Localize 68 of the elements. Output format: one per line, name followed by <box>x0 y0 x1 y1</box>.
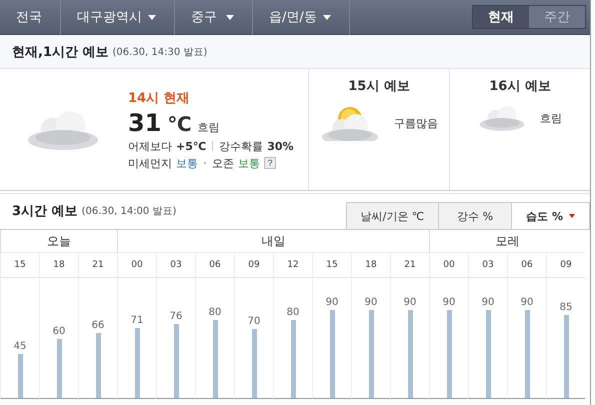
data-label: 90 <box>520 296 534 308</box>
temperature-unit: ℃ <box>167 112 192 136</box>
compare-label: 어제보다 <box>128 138 172 154</box>
hour-label: 06 <box>507 253 546 278</box>
data-label: 80 <box>208 306 222 318</box>
data-label: 90 <box>442 296 456 308</box>
dust-value: 보통 <box>176 156 198 170</box>
hour-label: 00 <box>117 253 156 278</box>
sun-cloud-icon <box>320 105 380 141</box>
data-label: 70 <box>248 316 260 328</box>
hour-label: 15 <box>312 253 351 278</box>
hour-label: 18 <box>351 253 390 278</box>
forecast-title: 16시 예보 <box>489 78 551 95</box>
hour-label: 21 <box>390 253 429 278</box>
cloud-icon <box>478 105 526 131</box>
ozone-label: 오존 <box>212 156 234 170</box>
rain-label: 강수확률 <box>219 138 264 154</box>
compare-value: +5℃ <box>176 140 206 152</box>
forecast-condition: 구름많음 <box>394 116 438 130</box>
data-label: 90 <box>404 296 416 308</box>
humidity-bar <box>252 329 256 398</box>
data-label: 85 <box>560 302 572 313</box>
day-header: 내일 <box>117 230 429 253</box>
humidity-bar <box>56 339 62 398</box>
day-header: 오늘 <box>0 230 117 253</box>
data-label: 60 <box>52 326 66 338</box>
day-header: 모레 <box>429 230 585 253</box>
hour-label: 15 <box>0 253 39 278</box>
rain-value: 30% <box>267 140 294 152</box>
hour-label: 03 <box>468 253 507 278</box>
help-button[interactable]: ? <box>264 157 276 169</box>
forecast-tab[interactable]: 강수 % <box>438 202 512 229</box>
section-title: 3시간 예보 <box>12 203 78 220</box>
data-label: 76 <box>170 310 182 322</box>
view-tab[interactable]: 현재 <box>473 6 529 28</box>
forecast-title: 15시 예보 <box>348 78 410 95</box>
forecast-tab[interactable]: 날씨/기온 ℃ <box>346 202 440 229</box>
humidity-bar <box>18 354 22 398</box>
data-label: 71 <box>130 315 144 326</box>
hour-label: 06 <box>195 253 234 278</box>
hour-label: 03 <box>156 253 195 278</box>
issued-time: (06.30, 14:00 발표) <box>82 205 176 218</box>
section-title: 현재,1시간 예보 <box>12 44 109 60</box>
current-time: 14시 현재 <box>128 90 191 106</box>
dot-separator <box>204 162 206 164</box>
hour-label: 18 <box>39 253 78 278</box>
divider <box>212 141 214 151</box>
forecast-condition: 흐림 <box>540 110 562 126</box>
data-label: 90 <box>482 296 494 308</box>
humidity-bar <box>96 333 100 398</box>
data-label: 80 <box>286 306 300 318</box>
dust-label: 미세먼지 <box>128 156 172 170</box>
humidity-bar <box>134 328 140 398</box>
ozone-value: 보통 <box>238 156 260 170</box>
hour-label: 00 <box>429 253 468 278</box>
forecast-tab[interactable]: 습도 % <box>511 202 590 229</box>
data-label: 90 <box>326 296 338 308</box>
issued-time: (06.30, 14:30 발표) <box>112 46 208 58</box>
hour-label: 09 <box>546 253 585 278</box>
data-label: 45 <box>14 340 26 352</box>
caret-icon <box>569 214 575 218</box>
hour-label: 21 <box>78 253 117 278</box>
data-label: 90 <box>364 296 378 308</box>
hour-label: 12 <box>273 253 312 278</box>
condition: 흐림 <box>198 120 220 134</box>
data-label: 66 <box>92 320 104 332</box>
hour-label: 09 <box>234 253 273 278</box>
temperature: 31 <box>128 108 162 136</box>
